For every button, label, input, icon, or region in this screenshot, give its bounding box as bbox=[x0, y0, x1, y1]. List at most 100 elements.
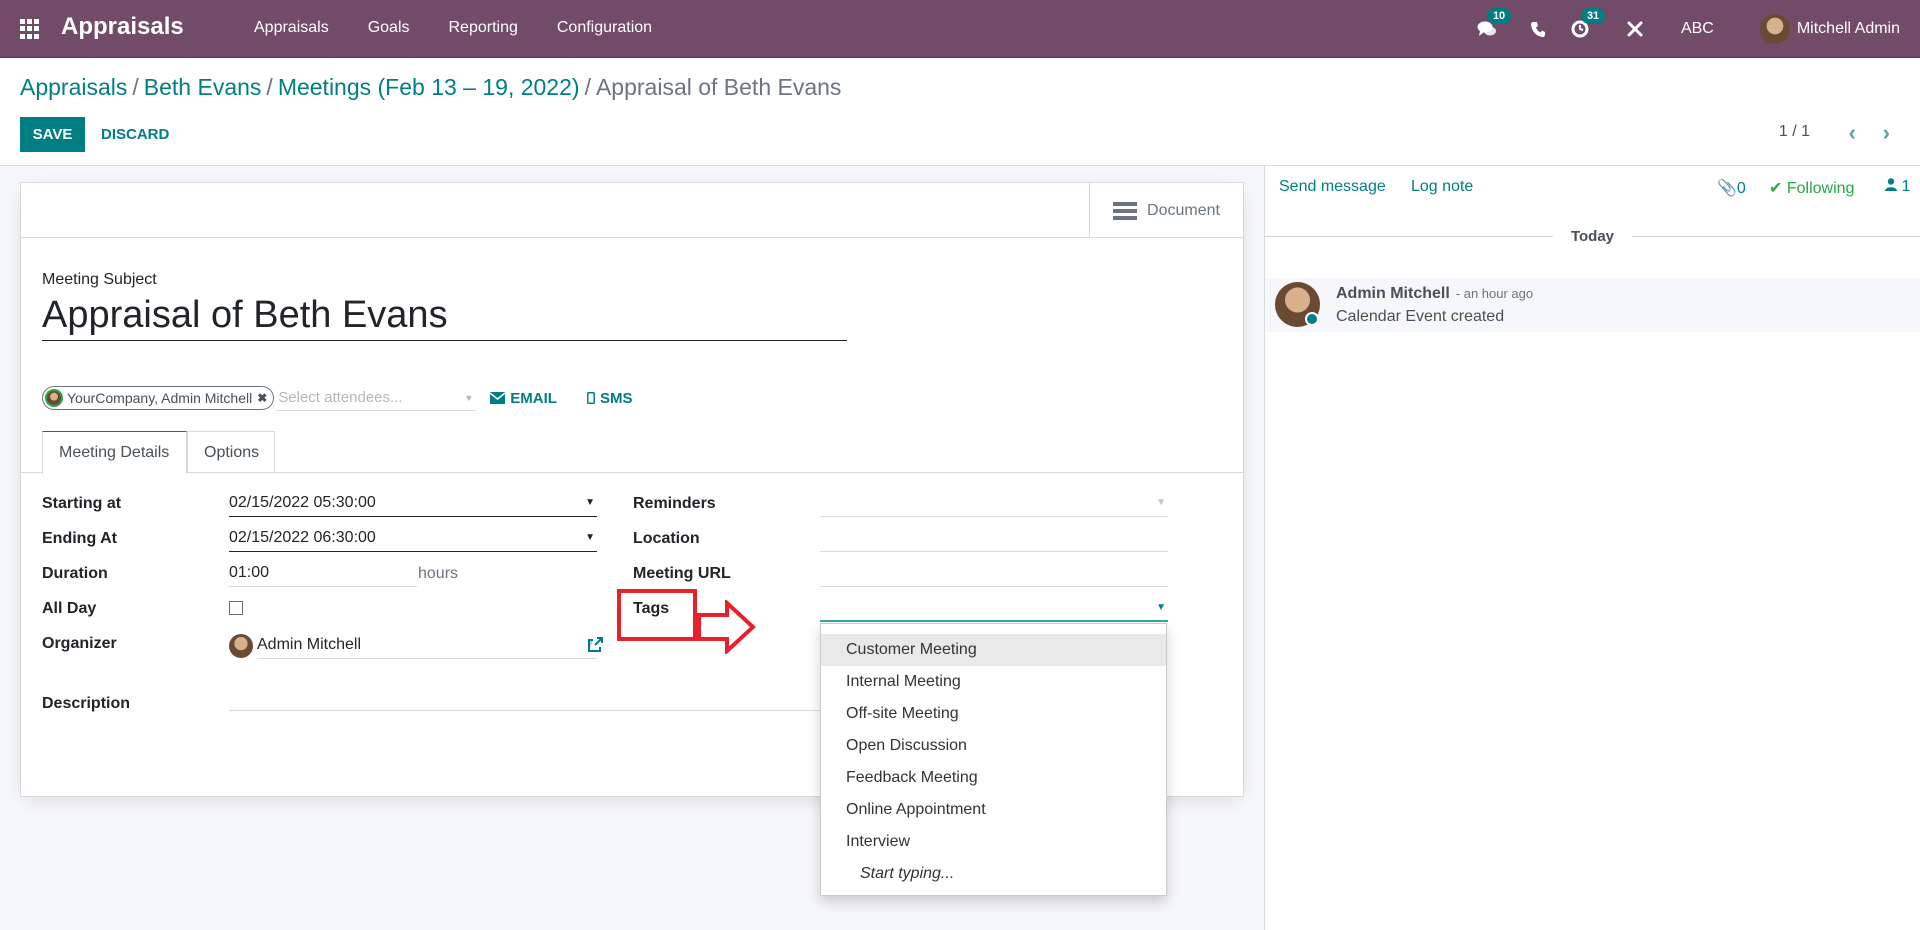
date-separator-label: Today bbox=[1570, 227, 1615, 245]
annotation-highlight-box bbox=[617, 589, 697, 641]
remove-attendee-icon[interactable]: ✖ bbox=[257, 391, 267, 405]
sms-button[interactable]: SMS bbox=[586, 389, 633, 407]
attendee-chip-label: YourCompany, Admin Mitchell bbox=[67, 390, 253, 406]
all-day-checkbox[interactable] bbox=[229, 601, 243, 615]
attendees-row: YourCompany, Admin Mitchell ✖ Select att… bbox=[42, 383, 632, 413]
subject-label: Meeting Subject bbox=[42, 271, 157, 288]
duration-input[interactable]: 01:00 bbox=[229, 559, 417, 587]
breadcrumb-separator: / bbox=[584, 74, 591, 100]
activities-badge: 31 bbox=[1580, 8, 1606, 24]
email-label: EMAIL bbox=[510, 389, 557, 407]
following-button[interactable]: ✔ Following bbox=[1769, 178, 1854, 198]
duration-unit: hours bbox=[418, 565, 459, 582]
ending-at-value: 02/15/2022 06:30:00 bbox=[229, 528, 376, 546]
all-day-label: All Day bbox=[42, 600, 97, 617]
breadcrumb-meetings[interactable]: Meetings (Feb 13 – 19, 2022) bbox=[278, 74, 580, 100]
breadcrumb-appraisals[interactable]: Appraisals bbox=[20, 74, 127, 100]
organizer-value: Admin Mitchell bbox=[257, 635, 362, 653]
log-note-button[interactable]: Log note bbox=[1411, 178, 1473, 196]
ending-at-label: Ending At bbox=[42, 530, 117, 547]
message-author-name: Admin Mitchell bbox=[1336, 285, 1450, 302]
document-label: Document bbox=[1147, 201, 1220, 219]
user-avatar bbox=[1759, 14, 1790, 44]
pager-next-icon[interactable]: › bbox=[1883, 120, 1890, 146]
caret-down-icon: ▼ bbox=[1156, 497, 1166, 508]
followers-button[interactable]: 1 bbox=[1885, 178, 1910, 196]
send-message-button[interactable]: Send message bbox=[1279, 178, 1386, 196]
caret-down-icon: ▼ bbox=[1156, 601, 1166, 613]
envelope-icon bbox=[490, 392, 506, 404]
external-link-icon[interactable] bbox=[587, 637, 603, 653]
save-button[interactable]: SAVE bbox=[20, 117, 85, 152]
breadcrumb-beth-evans[interactable]: Beth Evans bbox=[144, 74, 262, 100]
voip-button[interactable] bbox=[1530, 21, 1545, 37]
tools-icon bbox=[1627, 21, 1643, 37]
tab-options[interactable]: Options bbox=[187, 431, 275, 473]
reminders-label: Reminders bbox=[633, 495, 716, 512]
tag-option[interactable]: Internal Meeting bbox=[821, 666, 1166, 698]
attendees-placeholder: Select attendees... bbox=[278, 389, 403, 406]
description-input[interactable] bbox=[229, 681, 829, 711]
company-switcher[interactable]: ABC bbox=[1681, 20, 1714, 38]
reminders-input[interactable]: ▼ bbox=[820, 489, 1168, 517]
tab-meeting-details[interactable]: Meeting Details bbox=[42, 431, 187, 474]
menu-configuration[interactable]: Configuration bbox=[557, 19, 652, 37]
user-icon bbox=[1885, 178, 1897, 191]
attachments-button[interactable]: 📎0 bbox=[1717, 178, 1746, 198]
date-separator: Today bbox=[1265, 226, 1920, 246]
attendees-input[interactable]: Select attendees... ▼ bbox=[276, 385, 477, 411]
location-input[interactable] bbox=[820, 524, 1168, 552]
meeting-url-input[interactable] bbox=[820, 559, 1168, 587]
starting-at-field[interactable]: 02/15/2022 05:30:00 ▼ bbox=[229, 489, 597, 517]
chatter-panel: Send message Log note 📎0 ✔ Following 1 T… bbox=[1264, 166, 1920, 930]
caret-down-icon: ▼ bbox=[585, 532, 595, 543]
menu-goals[interactable]: Goals bbox=[368, 19, 410, 37]
user-menu[interactable]: Mitchell Admin bbox=[1759, 14, 1900, 44]
breadcrumb-separator: / bbox=[132, 74, 139, 100]
breadcrumb-current: Appraisal of Beth Evans bbox=[595, 74, 842, 100]
annotation-arrow-icon bbox=[697, 600, 756, 654]
breadcrumb-separator: / bbox=[266, 74, 273, 100]
tag-option[interactable]: Interview bbox=[821, 826, 1166, 858]
pager-value[interactable]: 1 / 1 bbox=[1779, 123, 1810, 141]
activity-menu[interactable]: 31 bbox=[1571, 8, 1606, 38]
attendee-chip[interactable]: YourCompany, Admin Mitchell ✖ bbox=[42, 386, 275, 410]
breadcrumb: Appraisals / Beth Evans / Meetings (Feb 13 –… bbox=[20, 74, 841, 101]
sms-label: SMS bbox=[599, 389, 633, 407]
pager-previous-icon[interactable]: ‹ bbox=[1849, 120, 1856, 146]
tag-option[interactable]: Customer Meeting bbox=[821, 634, 1166, 666]
messages-badge: 10 bbox=[1486, 8, 1512, 24]
apps-menu-icon[interactable] bbox=[20, 19, 40, 39]
document-button[interactable]: Document bbox=[1089, 183, 1243, 238]
chatter-message: Admin Mitchell - an hour ago Calendar Eve… bbox=[1265, 278, 1920, 332]
duration-label: Duration bbox=[42, 565, 108, 582]
messaging-menu[interactable]: 10 bbox=[1477, 8, 1512, 38]
attendee-avatar bbox=[45, 389, 63, 407]
attachment-count: 0 bbox=[1736, 180, 1746, 197]
menu-reporting[interactable]: Reporting bbox=[449, 19, 518, 37]
tag-option[interactable]: Feedback Meeting bbox=[821, 762, 1166, 794]
tags-input[interactable]: ▼ bbox=[820, 594, 1168, 622]
message-body: Calendar Event created bbox=[1336, 308, 1505, 325]
online-status-icon bbox=[1305, 312, 1319, 326]
top-navbar: Appraisals Appraisals Goals Reporting Co… bbox=[0, 0, 1920, 58]
sheet-header: Document bbox=[21, 183, 1243, 238]
duration-value: 01:00 bbox=[229, 563, 270, 581]
subject-input[interactable]: Appraisal of Beth Evans bbox=[42, 291, 847, 341]
menu-appraisals[interactable]: Appraisals bbox=[254, 19, 329, 37]
tag-option[interactable]: Open Discussion bbox=[821, 730, 1166, 762]
caret-down-icon: ▼ bbox=[585, 497, 595, 508]
tag-option[interactable]: Off-site Meeting bbox=[821, 698, 1166, 730]
message-author[interactable]: Admin Mitchell - an hour ago bbox=[1336, 285, 1533, 303]
organizer-field[interactable]: Admin Mitchell ▼ bbox=[257, 631, 597, 659]
debug-tools-button[interactable] bbox=[1627, 21, 1643, 37]
phone-icon bbox=[1530, 22, 1545, 37]
mobile-icon bbox=[586, 392, 595, 404]
tags-dropdown: Customer Meeting Internal Meeting Off-si… bbox=[820, 623, 1167, 896]
ending-at-field[interactable]: 02/15/2022 06:30:00 ▼ bbox=[229, 524, 597, 552]
tag-option[interactable]: Online Appointment bbox=[821, 794, 1166, 826]
discard-button[interactable]: DISCARD bbox=[101, 117, 169, 152]
app-brand[interactable]: Appraisals bbox=[61, 13, 184, 41]
email-button[interactable]: EMAIL bbox=[490, 390, 557, 407]
caret-down-icon: ▼ bbox=[464, 392, 474, 403]
